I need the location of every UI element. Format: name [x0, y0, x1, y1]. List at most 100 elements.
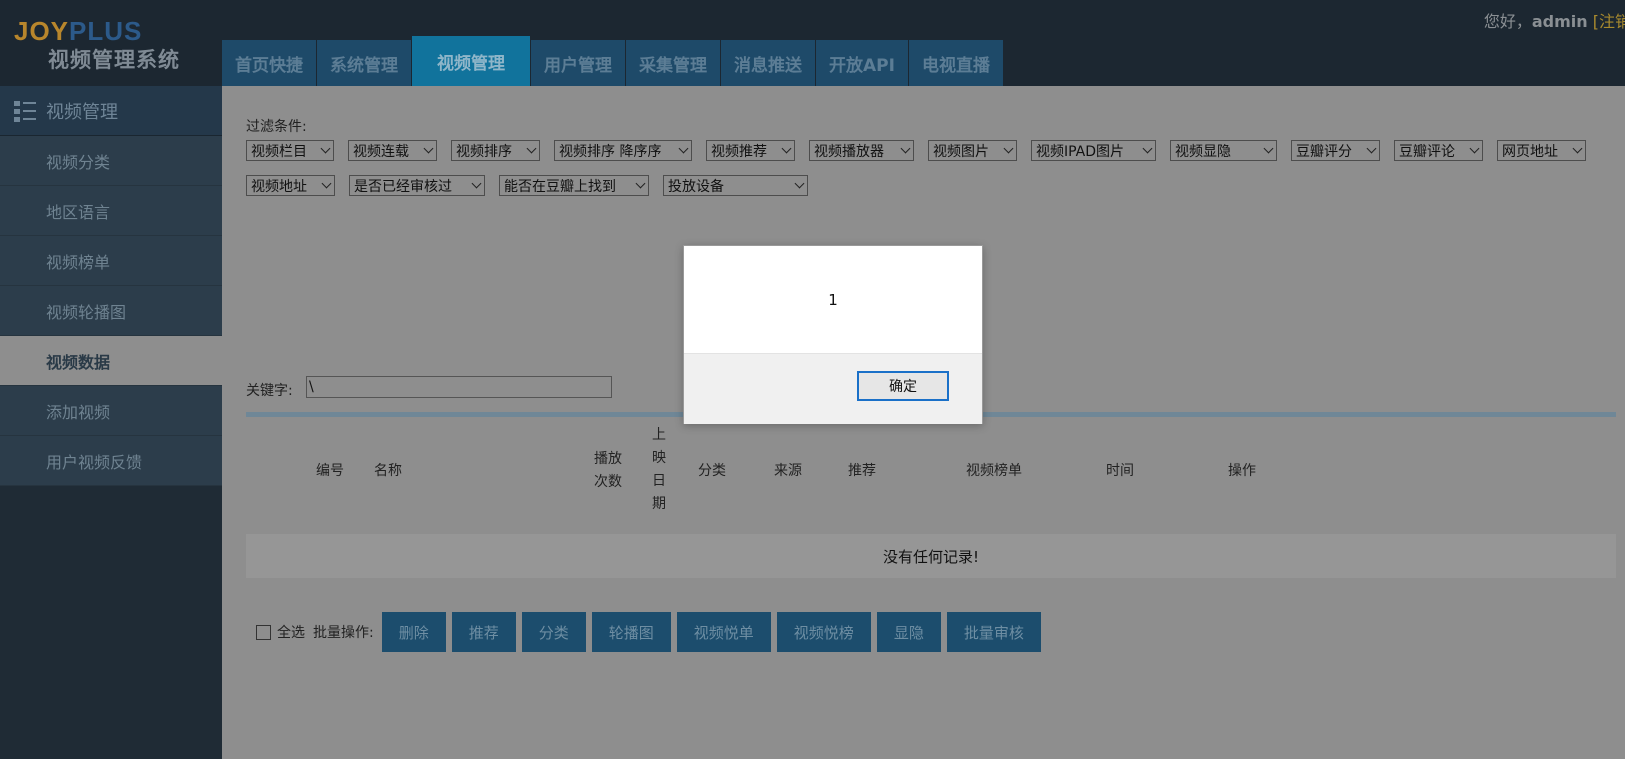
col-recommend: 推荐 — [848, 463, 876, 479]
filter-douban-score-value: 豆瓣评分 — [1296, 143, 1352, 160]
alert-footer: 确定 — [684, 353, 982, 424]
recommend-button[interactable]: 推荐 — [451, 612, 516, 652]
sidebar-item-video-data[interactable]: 视频数据 — [0, 336, 222, 386]
sidebar-item-video-carousel[interactable]: 视频轮播图 — [0, 286, 222, 336]
filter-web-url-select[interactable]: 网页地址 — [1497, 140, 1586, 161]
filter-on-douban-select[interactable]: 能否在豆瓣上找到 — [499, 175, 649, 196]
tab-message-push[interactable]: 消息推送 — [721, 40, 815, 86]
empty-table-row: 没有任何记录! — [246, 534, 1616, 578]
top-header: JOYPLUS 视频管理系统 您好，admin [注销 首页快捷 系统管理 视频… — [0, 0, 1625, 86]
filter-player-value: 视频播放器 — [814, 143, 884, 160]
col-category: 分类 — [698, 463, 726, 479]
chevron-down-icon — [526, 143, 537, 154]
sidebar-item-add-video[interactable]: 添加视频 — [0, 386, 222, 436]
chevron-down-icon — [321, 178, 332, 189]
select-all-label[interactable]: 全选 — [277, 622, 305, 642]
video-playlist-button[interactable]: 视频悦单 — [676, 612, 771, 652]
col-time: 时间 — [1106, 463, 1134, 479]
chevron-down-icon — [1366, 143, 1377, 154]
select-all-checkbox[interactable] — [256, 624, 271, 640]
batch-toolbar: 全选 批量操作: 删除 推荐 分类 轮播图 视频悦单 视频悦榜 显隐 批量审核 — [256, 612, 1047, 652]
sidebar-item-video-categories[interactable]: 视频分类 — [0, 136, 222, 186]
logout-link[interactable]: [注销 — [1593, 12, 1625, 31]
sidebar-item-user-feedback[interactable]: 用户视频反馈 — [0, 436, 222, 486]
col-release-line1: 上 — [652, 427, 666, 443]
chevron-down-icon — [1572, 143, 1583, 154]
filter-image-select[interactable]: 视频图片 — [928, 140, 1017, 161]
chevron-down-icon — [635, 178, 646, 189]
filter-ipad-image-select[interactable]: 视频IPAD图片 — [1031, 140, 1156, 161]
alert-message: 1 — [828, 290, 838, 309]
filter-recommend-value: 视频推荐 — [711, 143, 767, 160]
logo-joy: JOY — [14, 16, 70, 46]
keyword-input[interactable]: \ — [306, 376, 612, 398]
ok-button[interactable]: 确定 — [857, 371, 949, 401]
sidebar-title: 视频管理 — [46, 101, 118, 123]
col-source: 来源 — [774, 463, 802, 479]
category-button[interactable]: 分类 — [521, 612, 586, 652]
video-chart-button[interactable]: 视频悦榜 — [776, 612, 871, 652]
chevron-down-icon — [794, 178, 805, 189]
filter-video-url-value: 视频地址 — [251, 178, 307, 195]
filter-column-value: 视频栏目 — [251, 143, 307, 160]
filter-serial-select[interactable]: 视频连载 — [348, 140, 437, 161]
col-name: 名称 — [374, 463, 402, 479]
greeting-prefix: 您好， — [1483, 12, 1532, 31]
delete-button[interactable]: 删除 — [381, 612, 446, 652]
filter-sort-value: 视频排序 — [456, 143, 512, 160]
filter-visibility-value: 视频显隐 — [1175, 143, 1231, 160]
tab-system-management[interactable]: 系统管理 — [317, 40, 411, 86]
carousel-button[interactable]: 轮播图 — [591, 612, 671, 652]
chevron-down-icon — [678, 143, 689, 154]
filter-sort-order-select[interactable]: 视频排序 降序序 — [554, 140, 692, 161]
user-greeting: 您好，admin [注销 — [1484, 8, 1625, 32]
filter-on-douban-value: 能否在豆瓣上找到 — [504, 178, 616, 195]
username: admin — [1531, 12, 1588, 31]
sidebar-item-video-rankings[interactable]: 视频榜单 — [0, 236, 222, 286]
filter-column-select[interactable]: 视频栏目 — [246, 140, 334, 161]
filter-douban-comment-value: 豆瓣评论 — [1399, 143, 1455, 160]
chevron-down-icon — [1263, 143, 1274, 154]
sidebar-item-region-language[interactable]: 地区语言 — [0, 186, 222, 236]
filter-web-url-value: 网页地址 — [1502, 143, 1558, 160]
alert-dialog: 1 确定 — [683, 245, 983, 424]
filter-reviewed-value: 是否已经审核过 — [354, 178, 452, 195]
filter-player-select[interactable]: 视频播放器 — [809, 140, 914, 161]
filter-douban-score-select[interactable]: 豆瓣评分 — [1291, 140, 1380, 161]
filter-douban-comment-select[interactable]: 豆瓣评论 — [1394, 140, 1483, 161]
tab-tv-live[interactable]: 电视直播 — [908, 40, 1003, 86]
toggle-visibility-button[interactable]: 显隐 — [876, 612, 941, 652]
filter-bar: 视频栏目 视频连载 视频排序 视频排序 降序序 视频推荐 视频播放器 视频图片 … — [246, 140, 1616, 196]
tab-collection-management[interactable]: 采集管理 — [626, 40, 720, 86]
filter-sort-select[interactable]: 视频排序 — [451, 140, 540, 161]
col-actions: 操作 — [1228, 463, 1256, 479]
filter-label: 过滤条件: — [246, 119, 307, 135]
filter-visibility-select[interactable]: 视频显隐 — [1170, 140, 1277, 161]
tab-user-management[interactable]: 用户管理 — [531, 40, 625, 86]
chevron-down-icon — [1142, 143, 1153, 154]
chevron-down-icon — [781, 143, 792, 154]
col-release-date: 上 映 日 期 — [652, 424, 666, 516]
tab-video-management[interactable]: 视频管理 — [412, 36, 530, 86]
filter-sort-order-value: 视频排序 降序序 — [559, 143, 662, 160]
batch-review-button[interactable]: 批量审核 — [946, 612, 1041, 652]
chevron-down-icon — [320, 143, 331, 154]
sidebar: 视频管理 视频分类 地区语言 视频榜单 视频轮播图 视频数据 添加视频 用户视频… — [0, 86, 222, 759]
col-release-line2: 映 — [652, 450, 666, 466]
filter-recommend-select[interactable]: 视频推荐 — [706, 140, 795, 161]
app-subtitle: 视频管理系统 — [48, 48, 180, 72]
filter-device-select[interactable]: 投放设备 — [663, 175, 808, 196]
col-ranking: 视频榜单 — [966, 463, 1022, 479]
batch-operations-label: 批量操作: — [313, 625, 374, 641]
logo-wordmark: JOYPLUS — [14, 16, 142, 46]
filter-video-url-select[interactable]: 视频地址 — [246, 175, 335, 196]
filter-device-value: 投放设备 — [668, 178, 724, 195]
sidebar-header: 视频管理 — [0, 86, 222, 136]
tab-open-api[interactable]: 开放API — [816, 40, 908, 86]
col-id: 编号 — [316, 463, 344, 479]
filter-reviewed-select[interactable]: 是否已经审核过 — [349, 175, 485, 196]
col-release-line3: 日 — [652, 473, 666, 489]
tab-home-shortcuts[interactable]: 首页快捷 — [222, 40, 316, 86]
logo-plus: PLUS — [69, 16, 143, 46]
col-release-line4: 期 — [652, 496, 666, 512]
